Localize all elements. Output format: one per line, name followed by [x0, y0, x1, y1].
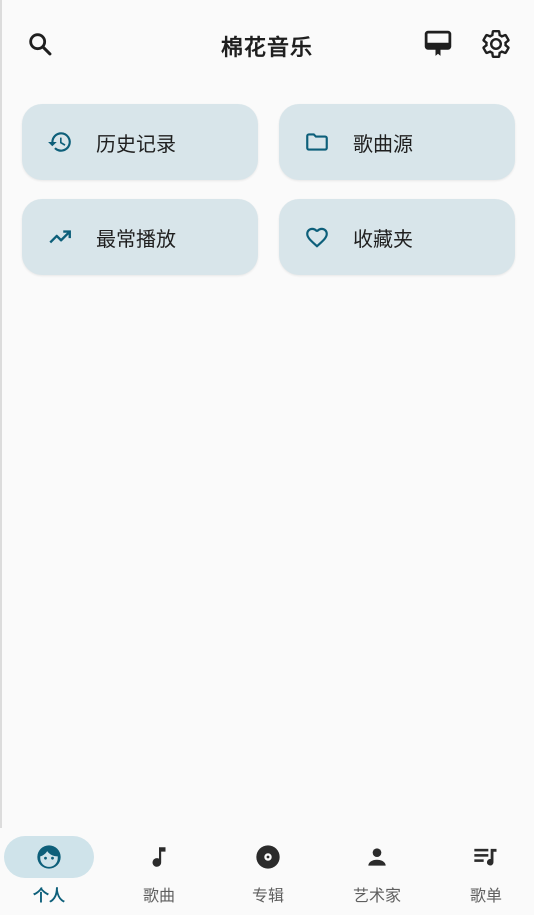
player-toggle-button[interactable]: [418, 26, 458, 66]
person-icon: [363, 843, 391, 871]
music-note-icon: [145, 843, 173, 871]
history-icon: [46, 128, 74, 156]
folder-icon: [303, 128, 331, 156]
bottom-navigation: 个人 歌曲 专辑 艺术家 歌单: [0, 828, 534, 915]
nav-label: 歌曲: [142, 886, 175, 905]
nav-item-playlists[interactable]: 歌单: [433, 828, 534, 915]
nav-label: 艺术家: [352, 886, 401, 905]
trending-up-icon: [46, 223, 74, 251]
album-icon: [254, 843, 282, 871]
gear-icon: [480, 28, 512, 64]
settings-button[interactable]: [476, 26, 516, 66]
face-icon: [35, 843, 63, 871]
nav-item-songs[interactable]: 歌曲: [106, 828, 212, 915]
nav-label: 专辑: [251, 886, 284, 905]
most-played-card[interactable]: 最常播放: [22, 199, 258, 275]
heart-icon: [303, 223, 331, 251]
nav-label: 个人: [32, 886, 65, 905]
playlist-icon: [472, 843, 500, 871]
song-source-label: 歌曲源: [353, 131, 413, 156]
favorites-label: 收藏夹: [353, 226, 413, 251]
nav-item-albums[interactable]: 专辑: [215, 828, 321, 915]
nav-label: 歌单: [469, 886, 502, 905]
player-icon: [423, 29, 453, 63]
nav-item-personal[interactable]: 个人: [0, 828, 102, 915]
app-bar: 棉花音乐: [0, 0, 534, 92]
nav-item-artists[interactable]: 艺术家: [324, 828, 430, 915]
most-played-label: 最常播放: [96, 226, 176, 251]
window-edge: [0, 0, 2, 915]
history-card[interactable]: 历史记录: [22, 104, 258, 180]
favorites-card[interactable]: 收藏夹: [279, 199, 515, 275]
history-label: 历史记录: [96, 131, 176, 156]
song-source-card[interactable]: 歌曲源: [279, 104, 515, 180]
